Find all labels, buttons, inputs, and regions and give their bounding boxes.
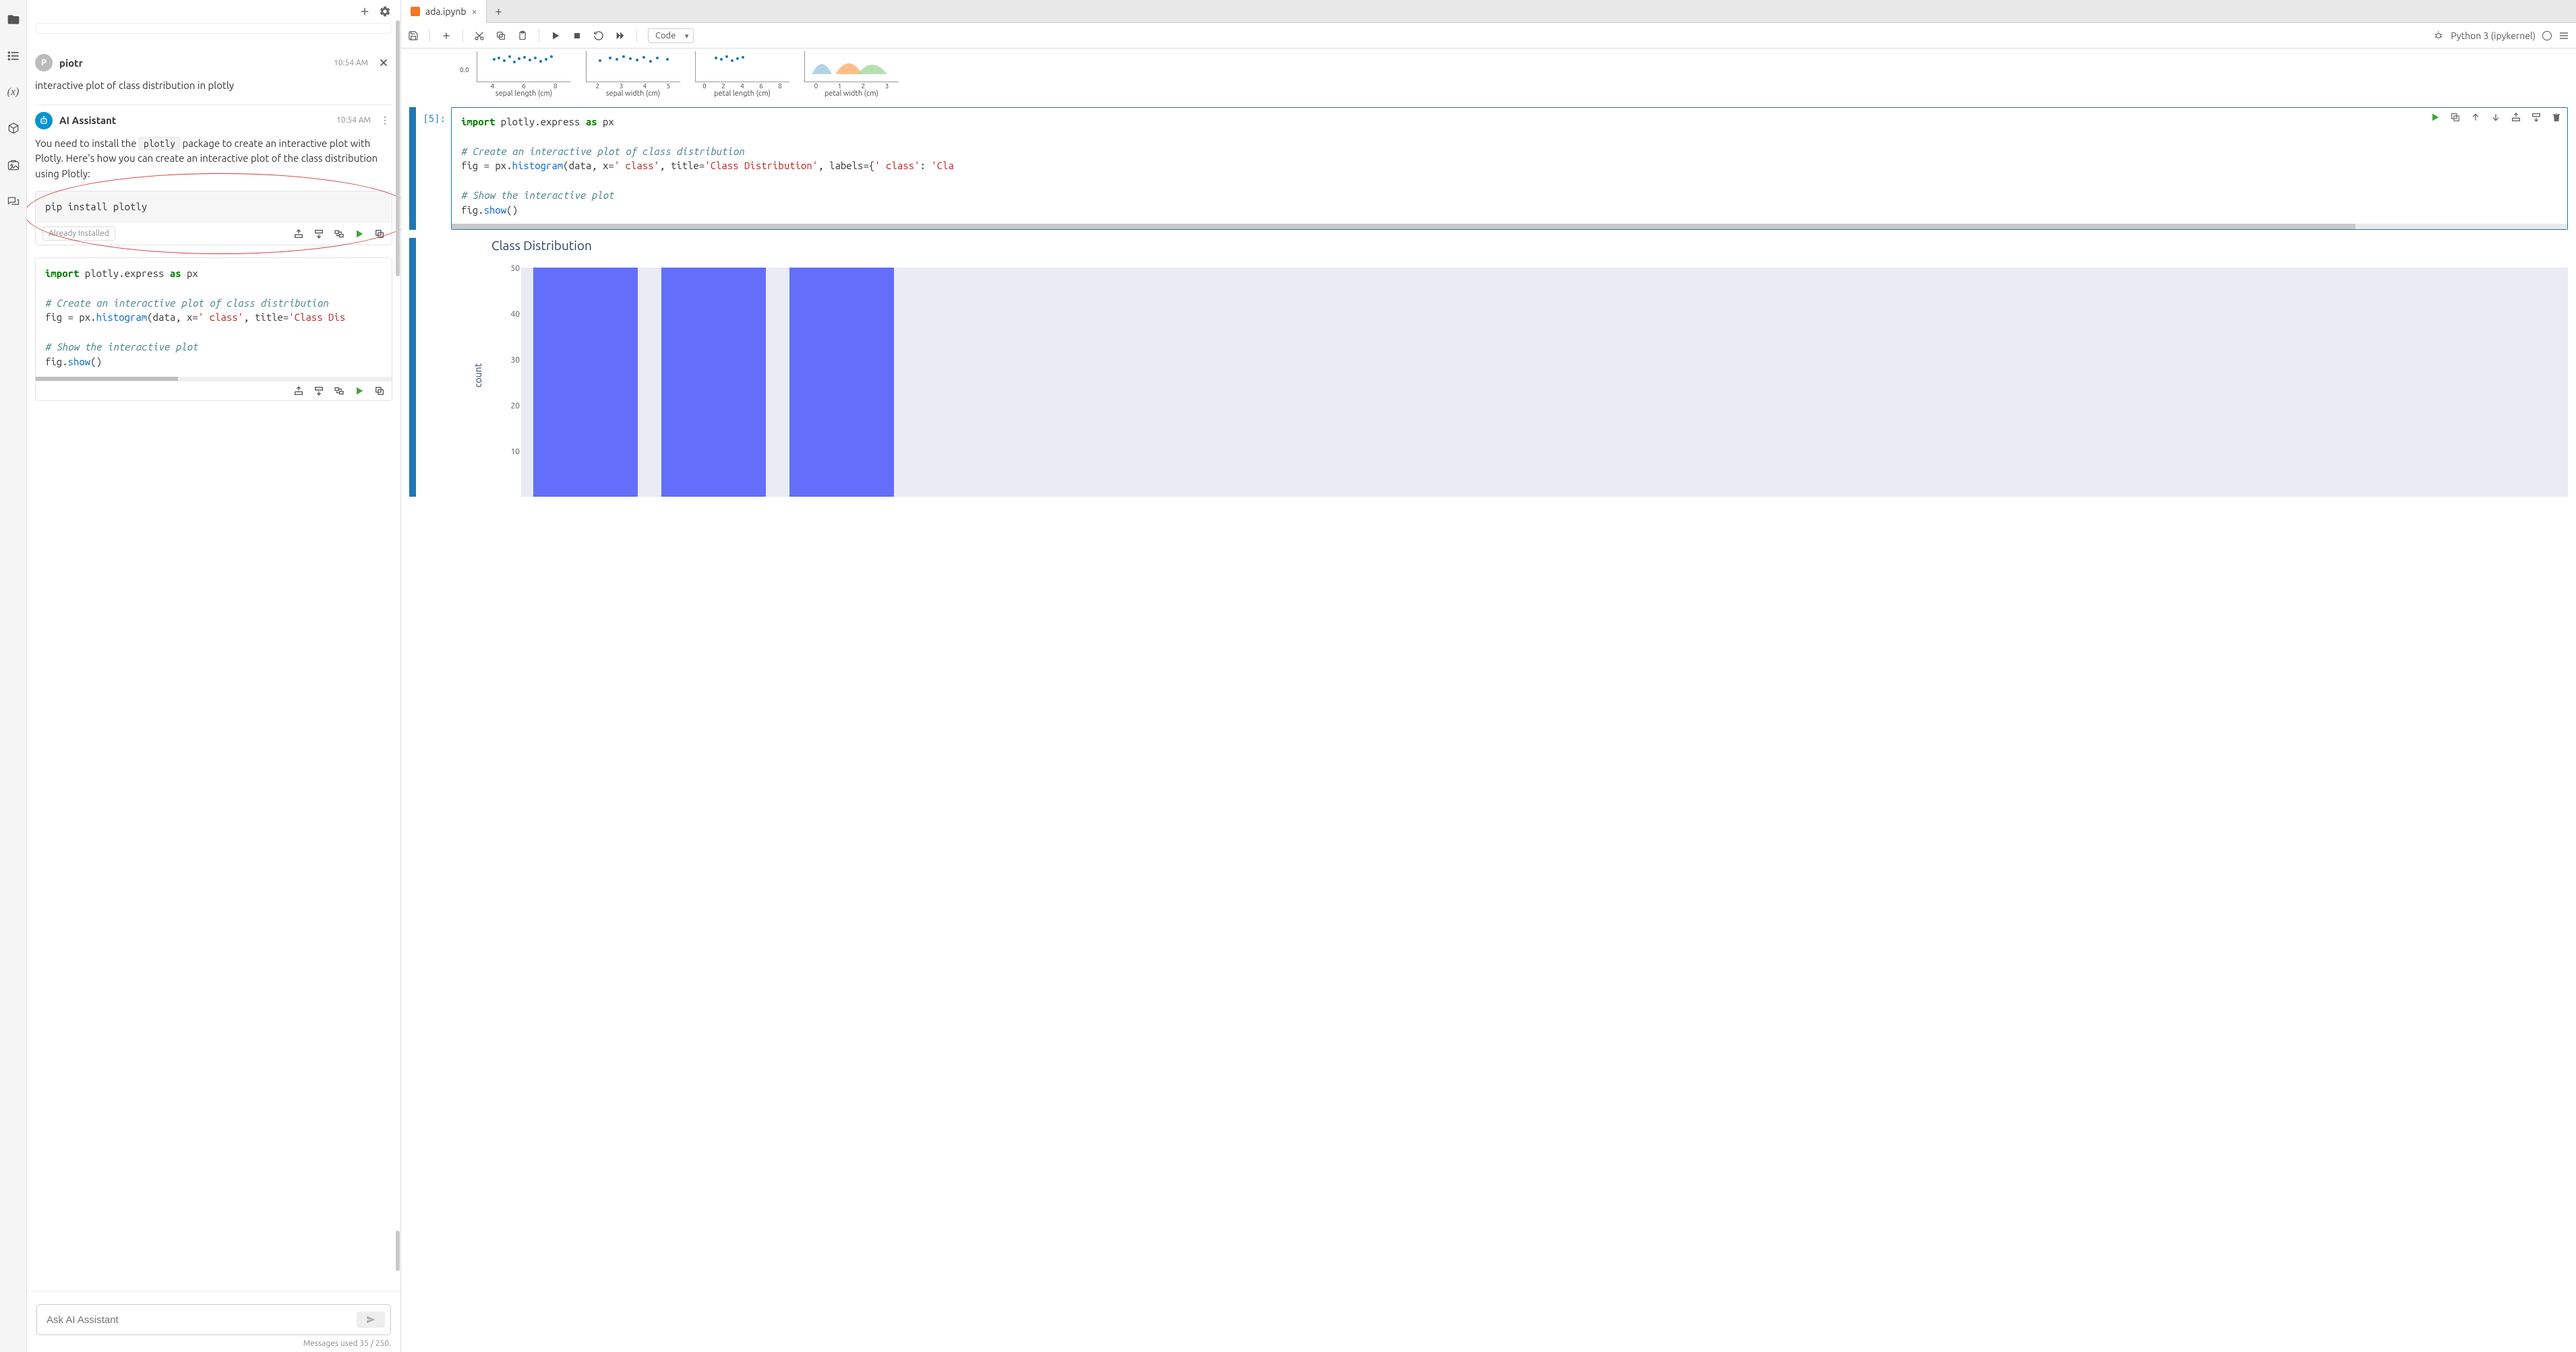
subplot-xlabel: petal width (cm) [825, 90, 878, 98]
cell-h-scrollbar[interactable] [452, 224, 2567, 229]
pip-code: pip install plotly [36, 191, 392, 222]
previous-output-subplots: 0.0 468 sepal length (cm) 2345 sepal wid… [477, 51, 2568, 98]
kernel-name[interactable]: Python 3 (ipykernel) [2451, 30, 2536, 41]
cell-type-select[interactable]: Code [648, 28, 694, 43]
ai-avatar [35, 112, 53, 129]
play-icon[interactable] [354, 386, 365, 396]
insert-below-icon[interactable] [313, 386, 324, 396]
copy-icon[interactable] [374, 228, 385, 239]
gear-icon[interactable] [379, 5, 391, 18]
send-button[interactable] [357, 1312, 385, 1328]
subplot-xlabel: petal length (cm) [714, 90, 771, 98]
ai-intro-before: You need to install the [35, 137, 139, 149]
copy-icon[interactable] [374, 386, 385, 396]
cell-gutter [409, 107, 416, 230]
insert-above-icon[interactable] [293, 228, 304, 239]
play-icon[interactable] [354, 228, 365, 239]
add-cell-icon[interactable] [441, 30, 452, 41]
chart-title: Class Distribution [491, 238, 2568, 253]
copy-icon[interactable] [496, 30, 506, 41]
chart-ylabel: count [473, 363, 483, 388]
chat-icon[interactable] [6, 194, 21, 209]
restart-icon[interactable] [593, 30, 604, 41]
h-scrollbar[interactable] [36, 377, 392, 381]
tabbar: ada.ipynb × + [401, 0, 2576, 23]
folder-icon[interactable] [6, 12, 21, 27]
cell-code-content[interactable]: import plotly.express as px # Create an … [452, 108, 2567, 224]
cut-icon[interactable] [474, 30, 485, 41]
already-installed-badge: Already Installed [42, 226, 115, 241]
run-all-icon[interactable] [615, 30, 626, 41]
chat-body: P piotr 10:54 AM interactive plot of cla… [27, 23, 400, 1291]
notebook-content: 0.0 468 sepal length (cm) 2345 sepal wid… [401, 49, 2576, 1352]
chat-v-scrollbar[interactable] [395, 20, 400, 1271]
bar [533, 268, 638, 497]
chat-panel: P piotr 10:54 AM interactive plot of cla… [27, 0, 401, 1352]
cell-delete-icon[interactable] [2551, 112, 2562, 123]
chat-input-wrap [36, 1304, 391, 1335]
notebook-toolbar: Code Python 3 (ipykernel) [401, 23, 2576, 49]
chat-input[interactable] [47, 1314, 357, 1326]
stop-icon[interactable] [572, 30, 582, 41]
python-code: import plotly.express as px # Create an … [36, 258, 392, 377]
python-code-block: import plotly.express as px # Create an … [35, 257, 392, 401]
ai-author: AI Assistant [59, 115, 330, 126]
subplot-ytick: 0.0 [460, 66, 469, 73]
chart-yaxis: 1020304050 [501, 268, 520, 497]
chart-plot-area [521, 268, 2568, 497]
cell-output: Class Distribution count 1020304050 [409, 238, 2568, 497]
paste-icon[interactable] [517, 30, 528, 41]
bar-chart[interactable]: count 1020304050 [481, 268, 2568, 497]
tab-add-icon[interactable]: + [487, 5, 510, 18]
kernel-status-icon [2542, 31, 2552, 40]
insert-below-icon[interactable] [313, 228, 324, 239]
ai-text: You need to install the plotly package t… [35, 136, 392, 182]
kebab-icon[interactable]: ⋮ [378, 115, 392, 126]
image-icon[interactable] [6, 158, 21, 173]
tab-ada[interactable]: ada.ipynb × [401, 0, 487, 23]
list-icon[interactable] [6, 49, 21, 63]
user-author: piotr [59, 57, 327, 69]
bar [661, 268, 766, 497]
bug-icon[interactable] [2433, 30, 2444, 41]
activity-bar: (x) [0, 0, 27, 1352]
ai-message: AI Assistant 10:54 AM ⋮ You need to inst… [35, 104, 392, 412]
subplot-xlabel: sepal length (cm) [496, 90, 552, 98]
notebook-file-icon [411, 7, 420, 16]
user-avatar: P [35, 54, 53, 71]
pip-code-block: pip install plotly Already Installed [35, 191, 392, 245]
user-text: interactive plot of class distribution i… [35, 78, 392, 94]
cell-prompt: [5]: [420, 107, 451, 230]
replace-icon[interactable] [334, 386, 345, 396]
prev-msg-placeholder [35, 23, 392, 34]
bar [789, 268, 894, 497]
usage-text: Messages used 35 / 250. [36, 1339, 391, 1348]
inline-code: plotly [139, 137, 180, 150]
run-icon[interactable] [550, 30, 561, 41]
cell-up-icon[interactable] [2470, 112, 2481, 123]
user-time: 10:54 AM [334, 59, 368, 67]
insert-above-icon[interactable] [293, 386, 304, 396]
cube-icon[interactable] [6, 121, 21, 136]
cell-down-icon[interactable] [2490, 112, 2501, 123]
output-gutter [409, 238, 416, 497]
ai-time: 10:54 AM [336, 116, 371, 125]
var-icon[interactable]: (x) [6, 85, 21, 100]
tab-close-icon[interactable]: × [472, 6, 477, 17]
cell-insert-below-icon[interactable] [2531, 112, 2542, 123]
close-icon[interactable] [375, 57, 392, 69]
user-message: P piotr 10:54 AM interactive plot of cla… [35, 47, 392, 104]
subplot-xlabel: sepal width (cm) [606, 90, 660, 98]
cell-insert-above-icon[interactable] [2511, 112, 2521, 123]
code-cell[interactable]: [5]: import plotly.express as px # Creat… [409, 107, 2568, 230]
tab-label: ada.ipynb [425, 6, 467, 17]
notebook-panel: ada.ipynb × + Code Python 3 (ipykernel) [401, 0, 2576, 1352]
replace-icon[interactable] [334, 228, 345, 239]
menu-icon[interactable] [2558, 30, 2569, 41]
cell-run-icon[interactable] [2430, 112, 2440, 123]
cell-duplicate-icon[interactable] [2450, 112, 2461, 123]
save-icon[interactable] [408, 30, 419, 41]
plus-icon[interactable] [359, 5, 371, 18]
